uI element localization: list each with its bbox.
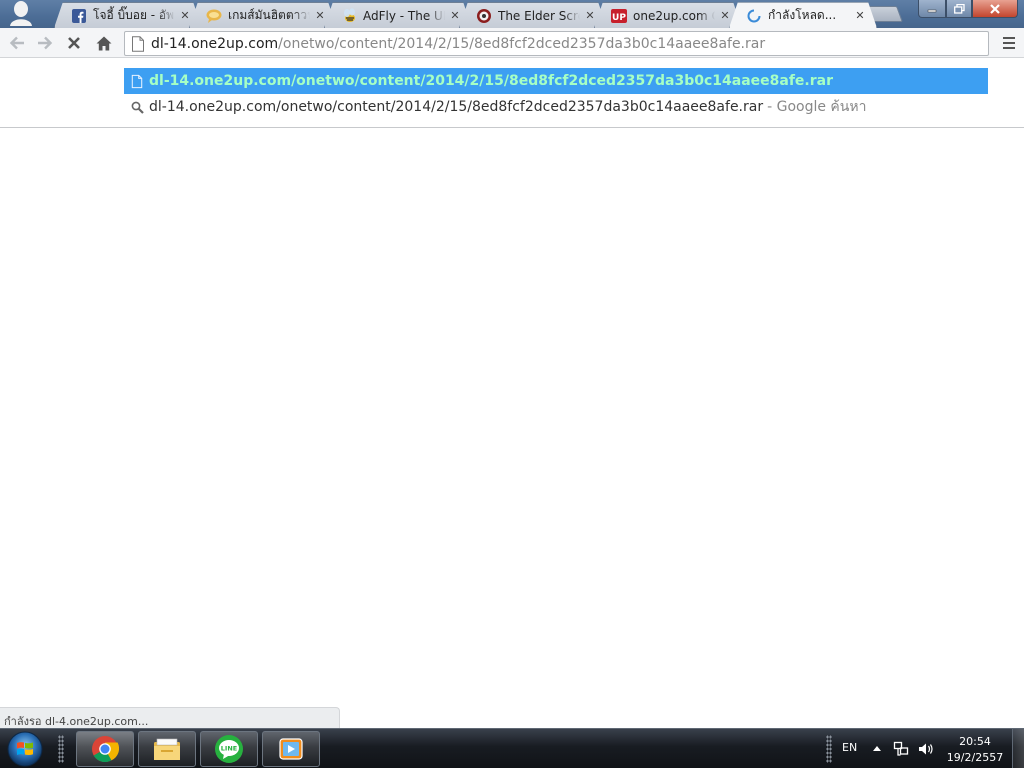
url-path: /onetwo/content/2014/2/15/8ed8fcf2dced23… [278, 35, 766, 52]
volume-icon[interactable] [918, 741, 934, 757]
tray-expand-icon[interactable] [872, 743, 882, 753]
tab-close-icon[interactable]: ✕ [449, 9, 461, 22]
media-player-icon [279, 738, 303, 760]
taskbar-explorer[interactable] [138, 731, 196, 767]
suggestion-text: dl-14.one2up.com/onetwo/content/2014/2/1… [149, 99, 764, 115]
chrome-icon [92, 736, 119, 763]
tab-title: one2up.com Onl [633, 8, 715, 23]
taskbar-chrome[interactable] [76, 731, 134, 767]
elder-scrolls-icon [476, 8, 492, 24]
tab-close-icon[interactable]: ✕ [314, 9, 326, 22]
loading-spinner-icon [746, 8, 762, 24]
window-close-button[interactable] [972, 0, 1018, 18]
page-content [0, 128, 1024, 728]
stop-x-icon [68, 37, 80, 49]
tab-one2up[interactable]: UP one2up.com Onl ✕ [594, 2, 742, 28]
chat-bubble-icon [206, 8, 222, 24]
restore-icon [953, 3, 965, 14]
tab-loading[interactable]: กำลังโหลด... ✕ [729, 2, 877, 28]
taskbar-grip [58, 735, 64, 763]
suggestion-text: dl-14.one2up.com/onetwo/content/2014/2/1… [149, 73, 833, 89]
show-desktop-button[interactable] [1012, 729, 1024, 768]
taskbar-grip [826, 735, 832, 763]
windows-start-icon[interactable] [4, 730, 46, 768]
taskbar: LINE EN 20:54 19/2/2557 [0, 728, 1024, 768]
clock-time: 20:54 [959, 735, 991, 748]
page-icon [130, 73, 144, 89]
profile-avatar-icon[interactable] [6, 0, 36, 26]
facebook-icon [71, 8, 87, 24]
tab-game-forum[interactable]: เกมส์มันฮิตตาวน์ ดาวน์ ✕ [189, 2, 337, 28]
tab-close-icon[interactable]: ✕ [854, 9, 866, 22]
status-bubble: กำลังรอ dl-4.one2up.com... [0, 707, 340, 728]
tab-strip: โจอี้ บิ๊บอย - อัพเด ✕ เกมส์มันฮิตตาวน์ … [0, 0, 1024, 28]
taskbar-media-player[interactable] [262, 731, 320, 767]
omnibox-suggestions: dl-14.one2up.com/onetwo/content/2014/2/1… [0, 58, 1024, 128]
menu-bar-icon [1003, 47, 1015, 49]
url-text[interactable]: dl-14.one2up.com/onetwo/content/2014/2/1… [151, 36, 765, 52]
chrome-menu-button[interactable] [998, 32, 1020, 54]
forward-button[interactable] [34, 32, 56, 54]
svg-text:UP: UP [612, 13, 626, 23]
suggestion-suffix: - Google ค้นหา [767, 99, 867, 115]
close-icon [990, 3, 1000, 14]
tab-title: กำลังโหลด... [768, 8, 837, 22]
arrow-left-icon [9, 36, 24, 50]
menu-bar-icon [1003, 37, 1015, 39]
one2up-icon: UP [611, 8, 627, 24]
system-clock[interactable]: 20:54 19/2/2557 [942, 734, 1008, 766]
taskbar-line[interactable]: LINE [200, 731, 258, 767]
window-restore-button[interactable] [946, 0, 972, 18]
clock-date: 19/2/2557 [946, 751, 1004, 764]
language-indicator[interactable]: EN [842, 741, 857, 754]
address-bar[interactable]: dl-14.one2up.com/onetwo/content/2014/2/1… [124, 31, 989, 56]
page-icon [132, 35, 144, 52]
network-icon[interactable] [893, 741, 909, 757]
line-app-icon: LINE [215, 735, 243, 763]
tab-close-icon[interactable]: ✕ [179, 9, 191, 22]
menu-bar-icon [1003, 42, 1015, 44]
window-minimize-button[interactable] [918, 0, 946, 18]
browser-toolbar: dl-14.one2up.com/onetwo/content/2014/2/1… [0, 28, 1024, 58]
adfly-bee-icon [341, 7, 357, 24]
tab-title: เกมส์มันฮิตตาวน์ ดาวน์ [228, 8, 310, 22]
suggestion-url[interactable]: dl-14.one2up.com/onetwo/content/2014/2/1… [124, 68, 988, 94]
minimize-icon [927, 9, 937, 12]
tab-facebook[interactable]: โจอี้ บิ๊บอย - อัพเด ✕ [54, 2, 202, 28]
tab-close-icon[interactable]: ✕ [719, 9, 731, 22]
svg-text:LINE: LINE [221, 745, 237, 753]
tab-title: AdFly - The URL [363, 8, 445, 23]
suggestion-google-search[interactable]: dl-14.one2up.com/onetwo/content/2014/2/1… [124, 94, 988, 120]
back-button[interactable] [6, 32, 28, 54]
tab-adfly[interactable]: AdFly - The URL ✕ [324, 2, 472, 28]
stop-loading-button[interactable] [63, 32, 85, 54]
home-button[interactable] [93, 32, 115, 54]
tab-close-icon[interactable]: ✕ [584, 9, 596, 22]
tab-title: The Elder Scrolls [498, 8, 580, 23]
home-icon [96, 36, 112, 50]
search-icon [130, 99, 144, 115]
url-host: dl-14.one2up.com [151, 35, 279, 52]
arrow-right-icon [38, 36, 53, 50]
tab-title: โจอี้ บิ๊บอย - อัพเด [93, 8, 175, 22]
folder-icon [154, 738, 180, 760]
tab-elder-scrolls[interactable]: The Elder Scrolls ✕ [459, 2, 607, 28]
